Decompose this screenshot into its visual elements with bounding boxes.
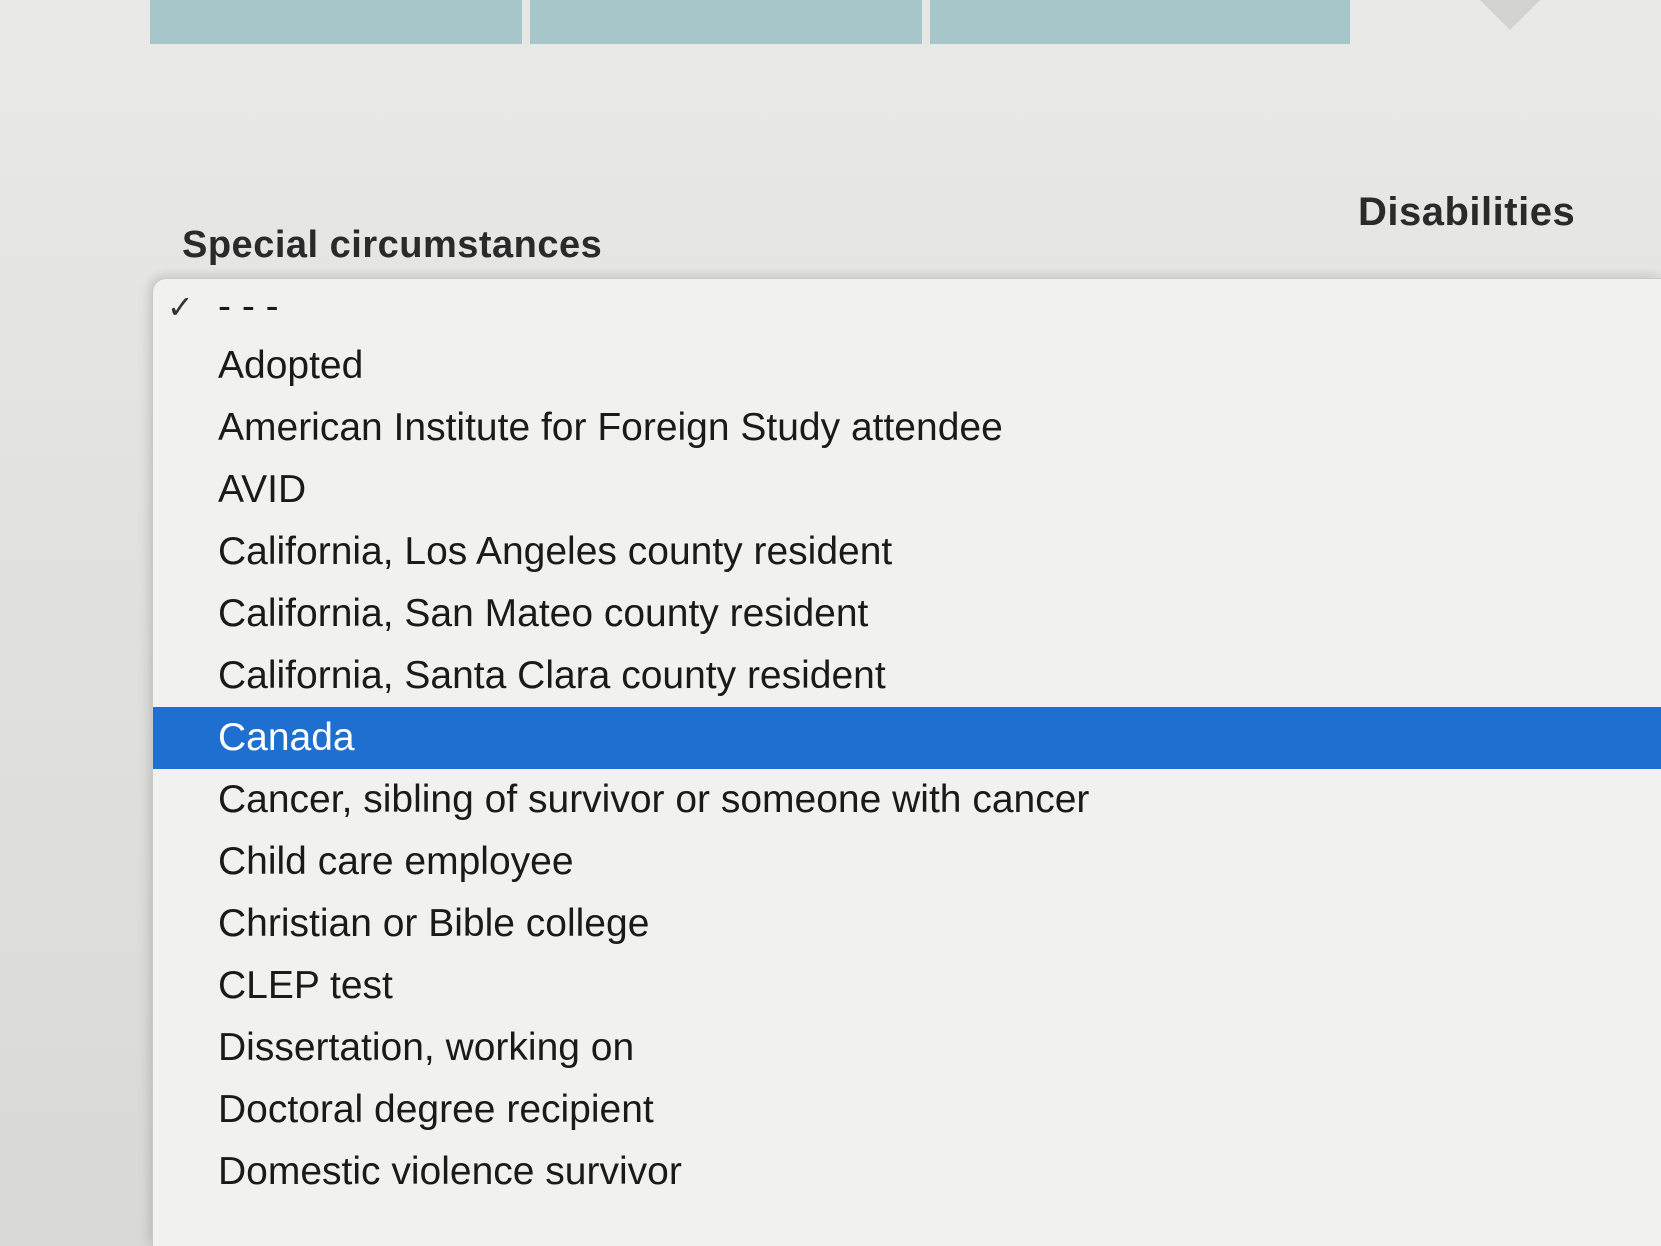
menu-item-canada[interactable]: Canada xyxy=(153,707,1661,769)
menu-item-avid[interactable]: AVID xyxy=(153,459,1661,521)
menu-item-none[interactable]: ✓ - - - xyxy=(153,279,1661,335)
top-tab-1[interactable] xyxy=(150,0,530,44)
top-tab-bar xyxy=(150,0,1350,44)
menu-item-domestic-violence-survivor[interactable]: Domestic violence survivor xyxy=(153,1141,1661,1203)
menu-item-san-mateo-county-resident[interactable]: California, San Mateo county resident xyxy=(153,583,1661,645)
menu-item-label: Adopted xyxy=(218,344,364,387)
menu-item-label: Dissertation, working on xyxy=(218,1026,635,1069)
menu-item-label: American Institute for Foreign Study att… xyxy=(218,406,1003,449)
top-tab-2[interactable] xyxy=(530,0,930,44)
menu-item-christian-bible-college[interactable]: Christian or Bible college xyxy=(153,893,1661,955)
top-tab-3[interactable] xyxy=(930,0,1350,44)
menu-item-adopted[interactable]: Adopted xyxy=(153,335,1661,397)
menu-item-label: Cancer, sibling of survivor or someone w… xyxy=(218,778,1090,821)
menu-item-doctoral-degree-recipient[interactable]: Doctoral degree recipient xyxy=(153,1079,1661,1141)
menu-item-label: Christian or Bible college xyxy=(218,902,650,945)
menu-item-cancer-sibling[interactable]: Cancer, sibling of survivor or someone w… xyxy=(153,769,1661,831)
menu-item-child-care-employee[interactable]: Child care employee xyxy=(153,831,1661,893)
menu-item-la-county-resident[interactable]: California, Los Angeles county resident xyxy=(153,521,1661,583)
menu-item-label: Domestic violence survivor xyxy=(218,1150,682,1193)
menu-item-label: Canada xyxy=(218,716,355,759)
menu-item-label: Doctoral degree recipient xyxy=(218,1088,654,1131)
menu-item-santa-clara-county-resident[interactable]: California, Santa Clara county resident xyxy=(153,645,1661,707)
menu-item-label: California, Los Angeles county resident xyxy=(218,530,893,573)
menu-item-label: CLEP test xyxy=(218,964,393,1007)
menu-item-label: California, Santa Clara county resident xyxy=(218,654,886,697)
dropdown-caret-icon xyxy=(1480,0,1540,30)
disabilities-label: Disabilities xyxy=(1358,190,1576,234)
special-circumstances-dropdown-menu[interactable]: ✓ - - - Adopted American Institute for F… xyxy=(152,278,1661,1246)
menu-item-clep-test[interactable]: CLEP test xyxy=(153,955,1661,1017)
special-circumstances-label: Special circumstances xyxy=(182,224,603,266)
checkmark-icon: ✓ xyxy=(167,289,194,325)
menu-item-label: - - - xyxy=(218,285,279,328)
menu-item-dissertation[interactable]: Dissertation, working on xyxy=(153,1017,1661,1079)
menu-item-label: California, San Mateo county resident xyxy=(218,592,869,635)
menu-item-label: AVID xyxy=(218,468,307,511)
menu-item-label: Child care employee xyxy=(218,840,574,883)
menu-item-aifs-attendee[interactable]: American Institute for Foreign Study att… xyxy=(153,397,1661,459)
